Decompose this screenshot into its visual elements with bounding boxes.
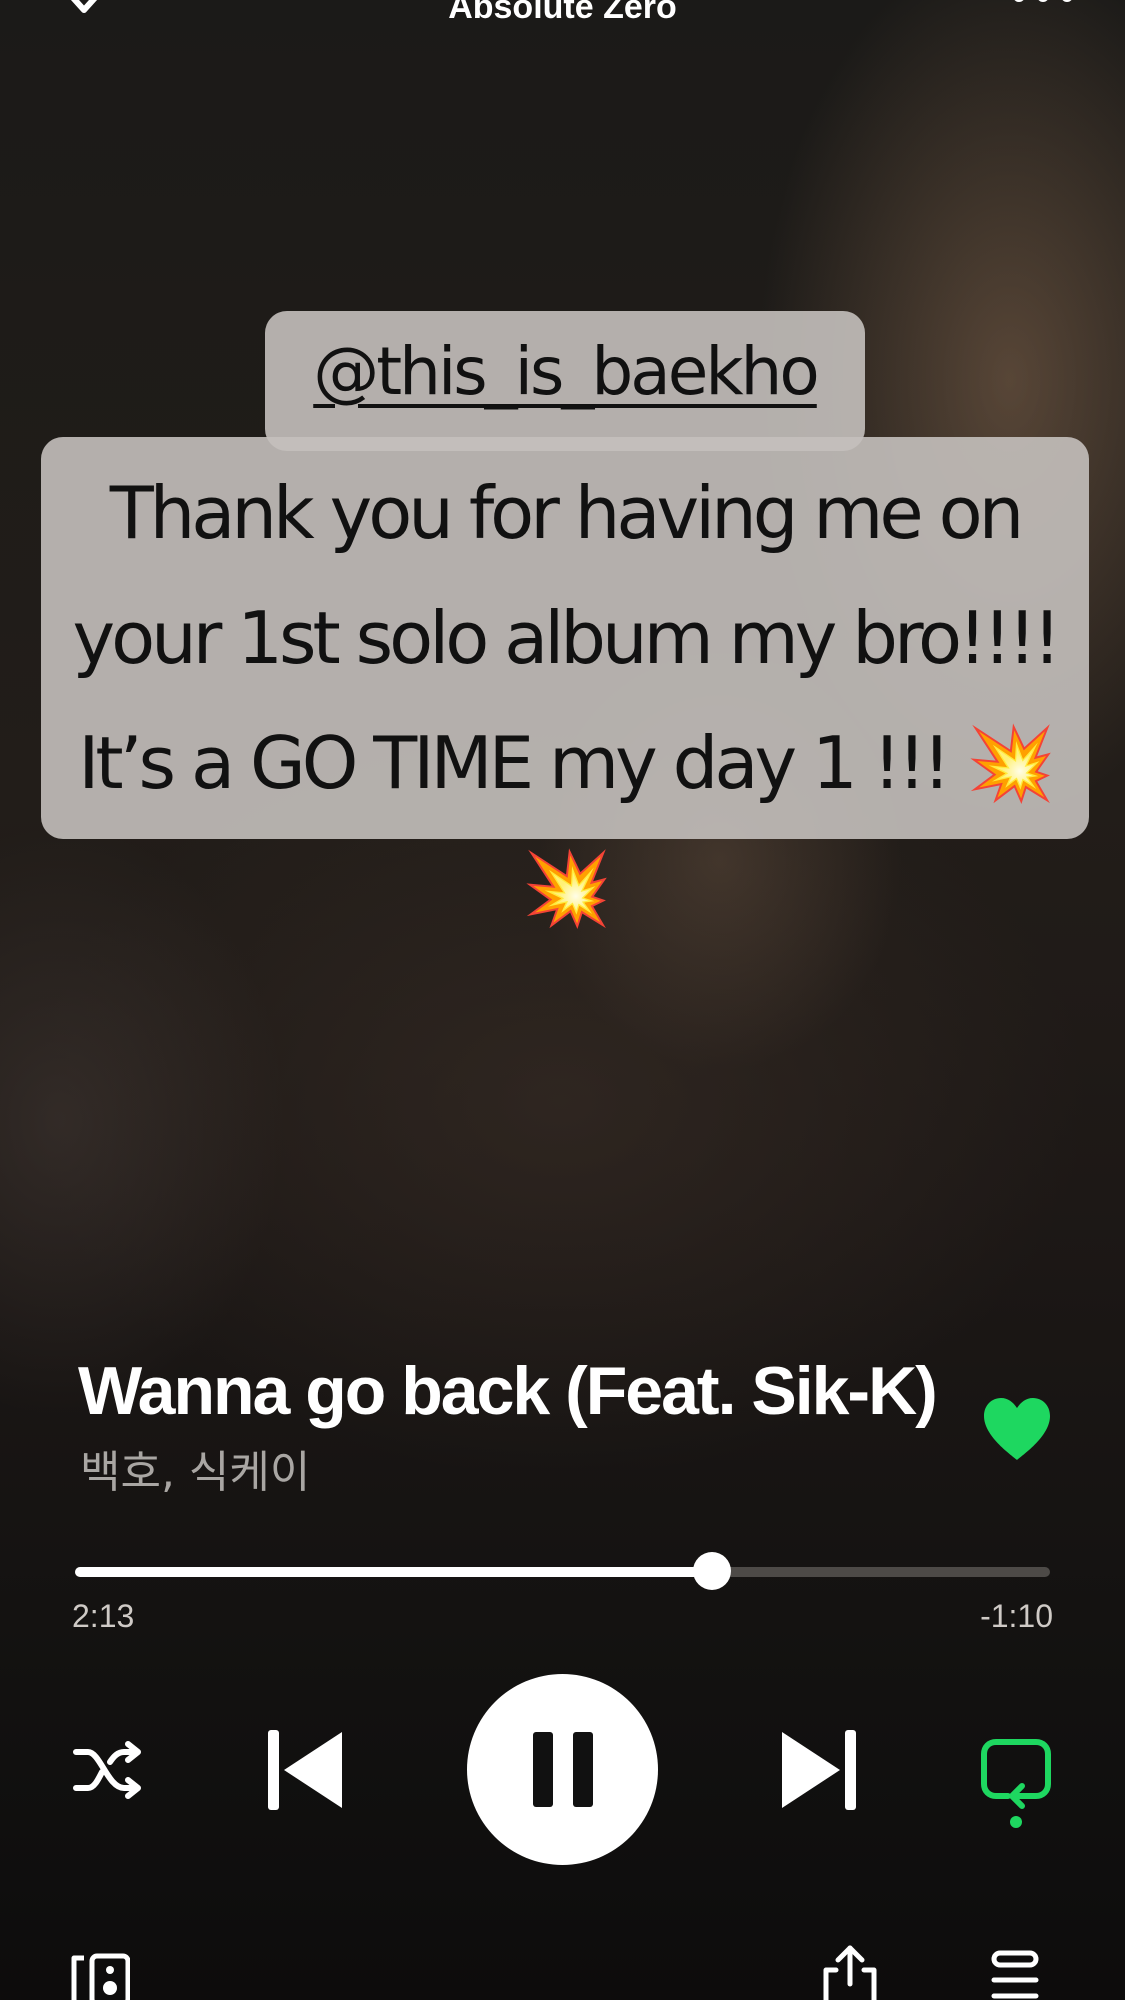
pause-icon	[533, 1732, 593, 1807]
remaining-time: -1:10	[980, 1598, 1053, 1634]
shuffle-icon[interactable]	[72, 1740, 144, 1800]
share-icon[interactable]	[820, 1944, 880, 2000]
repeat-icon[interactable]	[980, 1738, 1052, 1828]
skip-previous-icon[interactable]	[266, 1728, 344, 1812]
skip-next-icon[interactable]	[780, 1728, 858, 1812]
connect-device-icon[interactable]	[70, 1952, 130, 2000]
more-options-icon[interactable]	[1011, 0, 1075, 6]
progress-bar[interactable]	[75, 1552, 1050, 1590]
progress-fill	[75, 1567, 712, 1577]
queue-icon[interactable]	[990, 1950, 1040, 2000]
progress-thumb[interactable]	[692, 1552, 731, 1590]
heart-icon[interactable]	[980, 1396, 1054, 1462]
elapsed-time: 2:13	[72, 1598, 135, 1634]
pause-button[interactable]	[467, 1674, 658, 1865]
song-artists[interactable]: 백호, 식케이	[80, 1436, 310, 1500]
story-message: Thank you for having me on your 1st solo…	[72, 471, 1061, 930]
song-title: Wanna go back (Feat. Sik-K)	[78, 1353, 938, 1429]
mention-text: @this_is_baekho	[313, 333, 820, 410]
album-title: Absolute Zero	[448, 0, 677, 26]
